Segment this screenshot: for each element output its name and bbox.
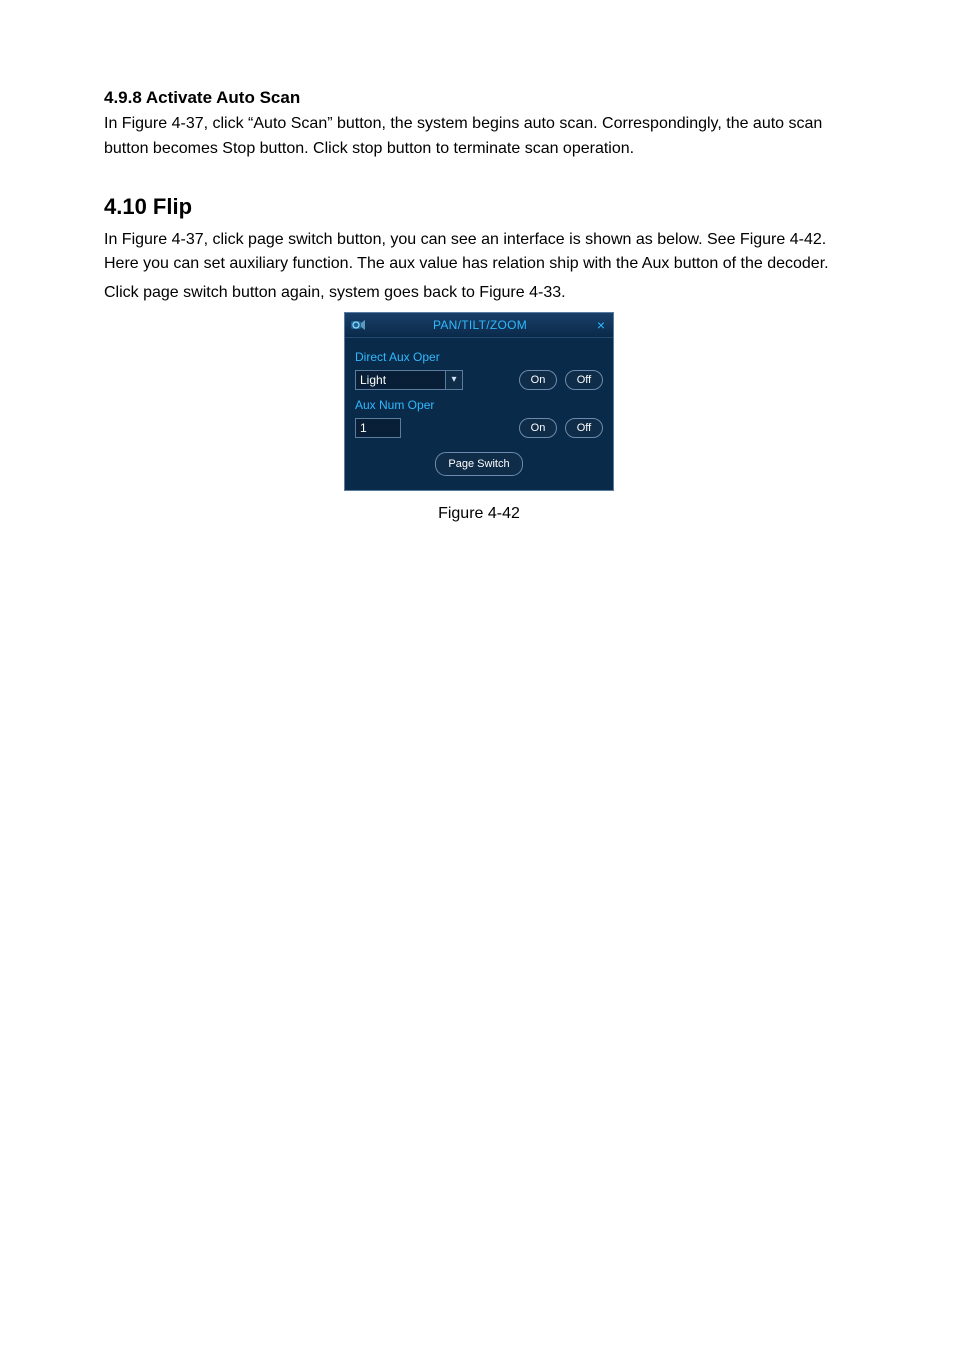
paragraph-498: In Figure 4-37, click “Auto Scan” button…: [104, 112, 854, 162]
aux-num-input[interactable]: 1: [355, 418, 401, 438]
aux-num-row: 1 On Off: [355, 418, 603, 438]
panel-title: PAN/TILT/ZOOM: [367, 318, 593, 332]
document-page: 4.9.8 Activate Auto Scan In Figure 4-37,…: [0, 0, 954, 1350]
heading-498: 4.9.8 Activate Auto Scan: [104, 88, 854, 108]
panel-footer: Page Switch: [355, 452, 603, 476]
paragraph-410-1: In Figure 4-37, click page switch button…: [104, 228, 854, 278]
direct-aux-on-button[interactable]: On: [519, 370, 557, 390]
direct-aux-label: Direct Aux Oper: [355, 350, 603, 364]
figure-wrapper: PAN/TILT/ZOOM × Direct Aux Oper Light ▾ …: [104, 312, 854, 523]
aux-num-label: Aux Num Oper: [355, 398, 603, 412]
paragraph-410-2: Click page switch button again, system g…: [104, 281, 854, 306]
aux-num-off-button[interactable]: Off: [565, 418, 603, 438]
close-icon[interactable]: ×: [593, 317, 609, 333]
panel-body: Direct Aux Oper Light ▾ On Off Aux Num O…: [345, 338, 613, 490]
direct-aux-row: Light ▾ On Off: [355, 370, 603, 390]
direct-aux-select[interactable]: Light ▾: [355, 370, 463, 390]
chevron-down-icon[interactable]: ▾: [445, 371, 462, 389]
aux-num-on-button[interactable]: On: [519, 418, 557, 438]
figure-caption: Figure 4-42: [438, 505, 520, 523]
aux-num-value: 1: [360, 421, 367, 435]
app-icon: [349, 317, 367, 333]
panel-titlebar: PAN/TILT/ZOOM ×: [345, 313, 613, 338]
direct-aux-select-value: Light: [360, 373, 386, 387]
page-switch-button[interactable]: Page Switch: [435, 452, 522, 476]
ptz-panel: PAN/TILT/ZOOM × Direct Aux Oper Light ▾ …: [344, 312, 614, 491]
spacer: [104, 166, 854, 194]
direct-aux-off-button[interactable]: Off: [565, 370, 603, 390]
heading-410: 4.10 Flip: [104, 194, 854, 220]
